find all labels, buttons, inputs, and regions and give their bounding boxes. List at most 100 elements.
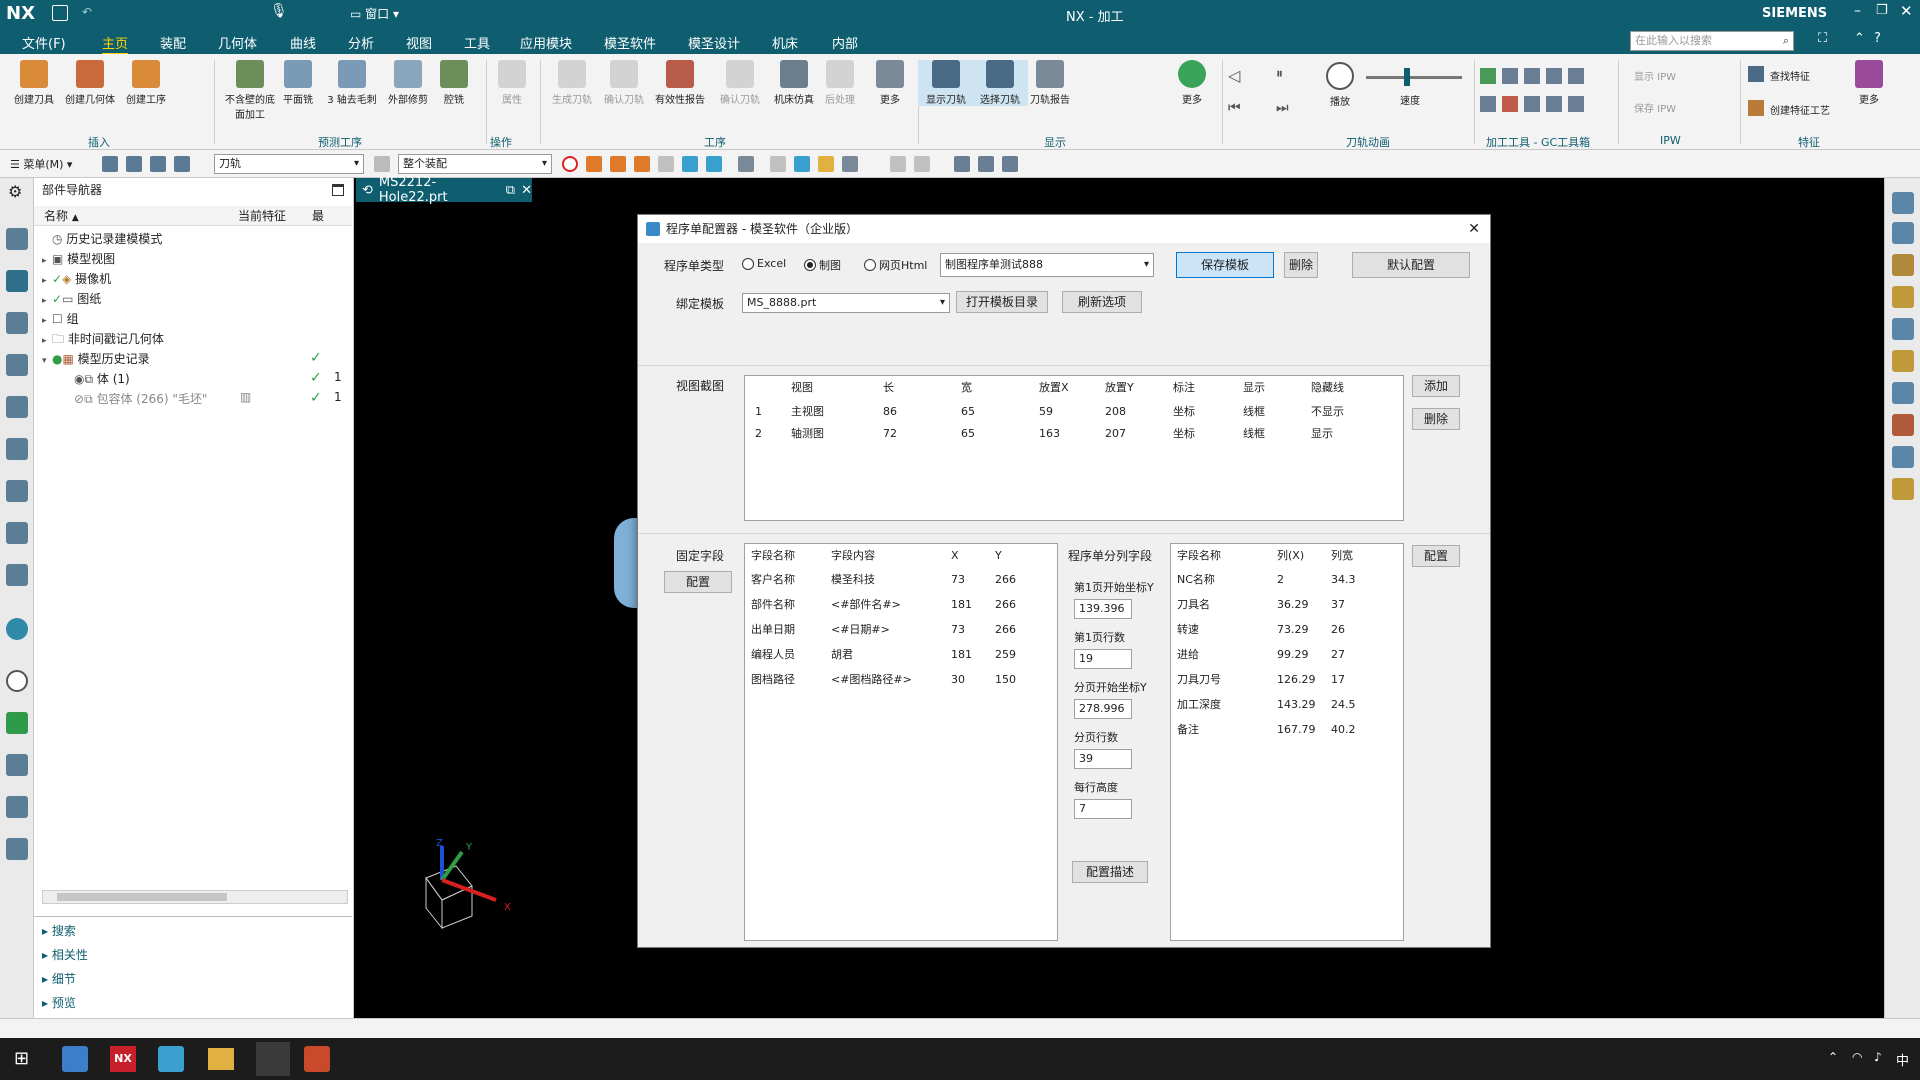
table-row[interactable]: 图档路径 <#图档路径#> 30 150	[745, 668, 1057, 692]
table-row[interactable]: 进给 99.29 27	[1171, 643, 1403, 667]
close-icon[interactable]: ✕	[1900, 2, 1913, 20]
step-back-icon[interactable]: ◁	[1228, 66, 1240, 85]
select-icon[interactable]	[102, 156, 118, 172]
cavity-mill-button[interactable]: 腔铣	[426, 60, 482, 106]
expand-icon[interactable]: ▸	[42, 292, 52, 310]
dialog-title-bar[interactable]: 程序单配置器 - 模圣软件（企业版） ✕	[638, 215, 1490, 243]
table-row[interactable]: 刀具名 36.29 37	[1171, 593, 1403, 617]
select-icon[interactable]	[126, 156, 142, 172]
nav-row-groups[interactable]: ▸ ☐ 组	[42, 310, 79, 328]
menu-app-modules[interactable]: 应用模块	[520, 33, 572, 52]
snap-icon[interactable]	[682, 156, 698, 172]
nav-row-unused-geometry[interactable]: ▸ 🗀 非时间戳记几何体	[42, 330, 164, 348]
section-dependencies[interactable]: ▸ 相关性	[42, 946, 88, 963]
column-fields-config-button[interactable]: 配置	[1412, 545, 1460, 567]
nav-row-drawings[interactable]: ▸ ✓▭ 图纸	[42, 290, 101, 308]
create-tool-button[interactable]: 创建刀具	[6, 60, 62, 106]
section-preview[interactable]: ▸ 预览	[42, 994, 76, 1011]
view-icon[interactable]	[954, 156, 970, 172]
snap-icon[interactable]	[610, 156, 626, 172]
volume-icon[interactable]: ♪	[1874, 1050, 1882, 1064]
tool-library-icon[interactable]	[6, 838, 28, 860]
menu-mosheng-software[interactable]: 模圣软件	[604, 33, 656, 52]
reuse-library-icon[interactable]	[6, 564, 28, 586]
snap-icon[interactable]	[658, 156, 674, 172]
expand-icon[interactable]: ▸	[42, 332, 52, 350]
table-row[interactable]: NC名称 2 34.3	[1171, 568, 1403, 592]
search-input[interactable]: 在此输入以搜索 ⌕	[1630, 31, 1794, 51]
find-feature-button[interactable]: 查找特征	[1770, 68, 1810, 83]
col-last-header[interactable]: 最	[312, 206, 324, 226]
view-table[interactable]: 视图 长 宽 放置X 放置Y 标注 显示 隐藏线 1 主视图 86 65 59 …	[744, 375, 1404, 521]
validity-report-button[interactable]: 有效性报告	[652, 60, 708, 106]
menu-machine[interactable]: 机床	[772, 33, 798, 52]
gc-tool-icon[interactable]	[1546, 96, 1562, 112]
nav-row-bounding-body[interactable]: ⊘⧉ 包容体 (266) "毛坯"	[74, 390, 207, 408]
menu-mosheng-design[interactable]: 模圣设计	[688, 33, 740, 52]
column-fields-table[interactable]: 字段名称 列(X) 列宽 NC名称 2 34.3 刀具名 36.29 37 转速…	[1170, 543, 1404, 941]
maximize-panel-icon[interactable]	[332, 184, 344, 196]
nav-row-body[interactable]: ◉⧉ 体 (1)	[74, 370, 130, 388]
select-icon[interactable]	[150, 156, 166, 172]
feature-navigator-icon[interactable]	[6, 480, 28, 502]
menu-analysis[interactable]: 分析	[348, 33, 374, 52]
menu-tools[interactable]: 工具	[464, 33, 490, 52]
snap-icon[interactable]	[914, 156, 930, 172]
operation-navigator-icon[interactable]	[6, 270, 28, 292]
resource-icon[interactable]	[1892, 414, 1914, 436]
postprocess-button[interactable]: 后处理	[812, 60, 868, 106]
powerpoint-icon[interactable]	[304, 1046, 330, 1072]
toolpath-report-button[interactable]: 刀轨报告	[1022, 60, 1078, 106]
history-icon[interactable]	[6, 670, 28, 692]
verify-toolpath-button[interactable]: 确认刀轨	[596, 60, 652, 106]
generate-toolpath-button[interactable]: 生成刀轨	[544, 60, 600, 106]
select-icon[interactable]	[174, 156, 190, 172]
snap-icon[interactable]	[706, 156, 722, 172]
template-select[interactable]: 制图程序单测试888	[940, 253, 1154, 277]
resource-icon[interactable]	[1892, 446, 1914, 468]
menu-internal[interactable]: 内部	[832, 33, 858, 52]
save-template-button[interactable]: 保存模板	[1176, 252, 1274, 278]
page1-rows-input[interactable]: 19	[1074, 649, 1132, 669]
open-template-dir-button[interactable]: 打开模板目录	[956, 291, 1048, 313]
section-details[interactable]: ▸ 细节	[42, 970, 76, 987]
snap-icon[interactable]	[634, 156, 650, 172]
scrollbar-thumb[interactable]	[57, 893, 227, 901]
search-icon[interactable]: ⌕	[1783, 32, 1789, 50]
nx-taskbar-icon[interactable]: NX	[110, 1046, 136, 1072]
method-view-icon[interactable]	[6, 396, 28, 418]
machine-navigator-icon[interactable]	[6, 522, 28, 544]
menu-geometry[interactable]: 几何体	[218, 33, 257, 52]
create-geometry-button[interactable]: 创建几何体	[62, 60, 118, 106]
table-row[interactable]: 部件名称 <#部件名#> 181 266	[745, 593, 1057, 617]
config-description-button[interactable]: 配置描述	[1072, 861, 1148, 883]
play-button[interactable]: 播放	[1312, 62, 1368, 108]
snap-icon[interactable]	[586, 156, 602, 172]
system-materials-icon[interactable]	[6, 796, 28, 818]
ime-indicator[interactable]: 中	[1896, 1050, 1909, 1069]
gc-tool-icon[interactable]	[1524, 96, 1540, 112]
filter-icon[interactable]	[374, 156, 390, 172]
table-row[interactable]: 编程人员 胡君 181 259	[745, 643, 1057, 667]
col-name-header[interactable]: 名称 ▲	[44, 206, 79, 228]
view-icon[interactable]	[1002, 156, 1018, 172]
remove-view-button[interactable]: 删除	[1412, 408, 1460, 430]
snap-icon[interactable]	[842, 156, 858, 172]
tray-chevron-icon[interactable]: ⌃	[1828, 1050, 1838, 1064]
gc-tool-icon[interactable]	[1480, 68, 1496, 84]
table-row[interactable]: 刀具刀号 126.29 17	[1171, 668, 1403, 692]
expand-icon[interactable]: ▸	[42, 252, 52, 270]
resource-icon[interactable]	[1892, 254, 1914, 276]
menu-file[interactable]: 文件(F)	[22, 33, 66, 52]
snap-icon[interactable]	[818, 156, 834, 172]
page-rows-input[interactable]: 39	[1074, 749, 1132, 769]
menu-assembly[interactable]: 装配	[160, 33, 186, 52]
snap-icon[interactable]	[794, 156, 810, 172]
process-studio-icon[interactable]	[6, 712, 28, 734]
save-icon[interactable]	[52, 5, 68, 21]
snap-icon[interactable]	[890, 156, 906, 172]
window-menu-icon[interactable]: ▭ 窗口 ▾	[350, 5, 399, 22]
fixed-fields-config-button[interactable]: 配置	[664, 571, 732, 593]
table-row[interactable]: 转速 73.29 26	[1171, 618, 1403, 642]
resource-icon[interactable]	[1892, 382, 1914, 404]
